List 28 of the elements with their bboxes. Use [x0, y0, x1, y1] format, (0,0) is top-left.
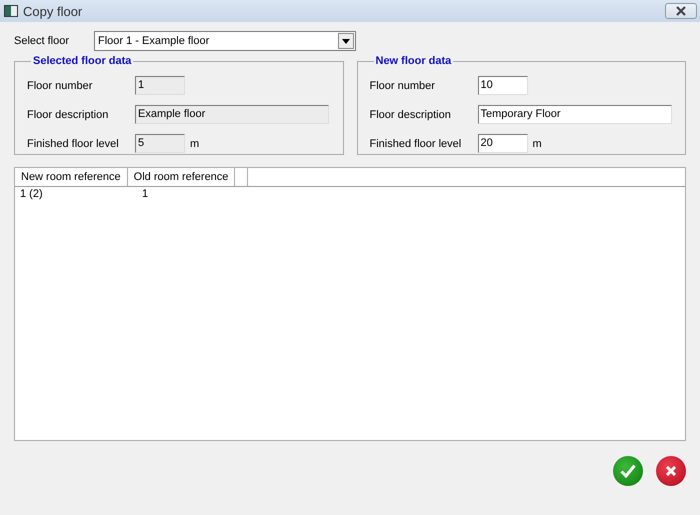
- field-label: Finished floor level: [370, 138, 462, 150]
- caret-icon: [342, 38, 350, 44]
- close-icon: [666, 466, 676, 476]
- group-title: Selected floor data: [32, 55, 132, 67]
- table-cell-text: 1: [141, 187, 150, 202]
- ok-button[interactable]: [613, 456, 643, 486]
- field-label: Floor description: [27, 108, 110, 120]
- group-title: New floor data: [374, 55, 452, 67]
- close-button[interactable]: [665, 3, 697, 19]
- dropdown-button[interactable]: [338, 33, 354, 49]
- checkmark-icon: [620, 464, 636, 478]
- input-field[interactable]: 20: [478, 134, 528, 153]
- field-label: Floor number: [27, 80, 94, 92]
- field-label: Floor number: [370, 80, 436, 92]
- column-header[interactable]: Old room reference: [128, 168, 236, 186]
- field-label: Finished floor level: [27, 138, 120, 150]
- select-floor-label: Select floor: [14, 35, 70, 47]
- table-cell-text: 1 (2): [19, 187, 44, 202]
- cancel-button[interactable]: [656, 456, 686, 486]
- floor-dropdown[interactable]: Floor 1 - Example floor: [94, 31, 356, 51]
- unit-label: m: [532, 138, 542, 150]
- input-field[interactable]: Temporary Floor: [478, 105, 672, 124]
- close-icon: [675, 6, 687, 16]
- input-field[interactable]: 10: [478, 76, 528, 95]
- window-icon: [4, 5, 18, 17]
- unit-label: m: [190, 138, 200, 150]
- window-title: Copy floor: [23, 4, 84, 18]
- field-label: Floor description: [370, 108, 452, 120]
